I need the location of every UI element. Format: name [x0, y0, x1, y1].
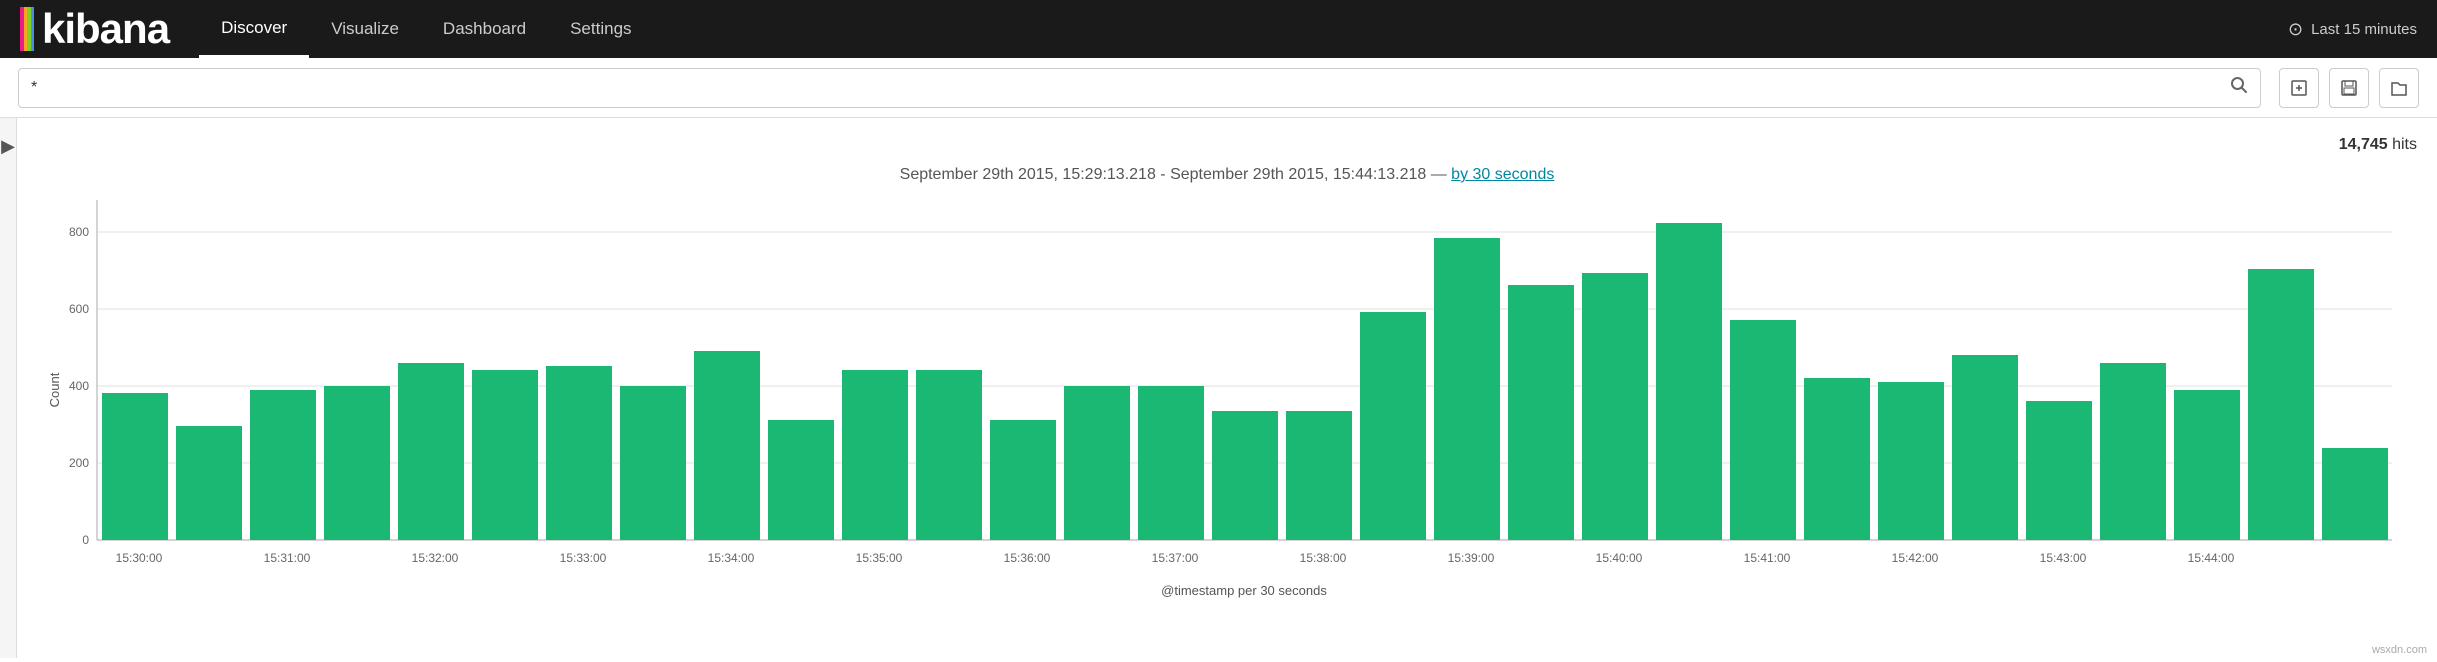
- search-button[interactable]: [2230, 76, 2248, 99]
- x-tick-1537: 15:37:00: [1152, 551, 1199, 565]
- bar-19[interactable]: [1508, 285, 1574, 540]
- y-tick-0: 0: [82, 533, 89, 547]
- bar-3[interactable]: [324, 386, 390, 540]
- bar-29[interactable]: [2248, 269, 2314, 540]
- bar-20[interactable]: [1582, 273, 1648, 540]
- x-tick-1532: 15:32:00: [412, 551, 459, 565]
- nav-settings[interactable]: Settings: [548, 0, 653, 58]
- logo-stripe: [20, 7, 34, 51]
- bar-2[interactable]: [250, 390, 316, 540]
- bar-9[interactable]: [768, 420, 834, 540]
- x-tick-1530: 15:30:00: [116, 551, 163, 565]
- bar-18[interactable]: [1434, 238, 1500, 540]
- bar-1[interactable]: [176, 426, 242, 540]
- save-button[interactable]: [2329, 68, 2369, 108]
- bar-15[interactable]: [1212, 411, 1278, 540]
- logo: kibana: [20, 5, 169, 53]
- y-tick-400: 400: [69, 379, 89, 393]
- date-range: September 29th 2015, 15:29:13.218 - Sept…: [37, 166, 2417, 184]
- y-tick-600: 600: [69, 302, 89, 316]
- x-tick-1531: 15:31:00: [264, 551, 311, 565]
- hits-count: 14,745 hits: [37, 128, 2417, 158]
- bar-30[interactable]: [2322, 448, 2388, 540]
- bar-4[interactable]: [398, 363, 464, 540]
- search-bar: [0, 58, 2437, 118]
- search-input-wrapper: [18, 68, 2261, 108]
- x-tick-1544: 15:44:00: [2188, 551, 2235, 565]
- time-filter[interactable]: ⊙ Last 15 minutes: [2288, 19, 2417, 40]
- bar-13[interactable]: [1064, 386, 1130, 540]
- bar-17[interactable]: [1360, 312, 1426, 540]
- y-tick-800: 800: [69, 225, 89, 239]
- bar-21[interactable]: [1656, 223, 1722, 540]
- bar-22[interactable]: [1730, 320, 1796, 540]
- x-tick-1536: 15:36:00: [1004, 551, 1051, 565]
- time-filter-label: Last 15 minutes: [2311, 21, 2417, 38]
- share-button[interactable]: [2279, 68, 2319, 108]
- bar-16[interactable]: [1286, 411, 1352, 540]
- nav-discover[interactable]: Discover: [199, 0, 309, 58]
- y-tick-200: 200: [69, 456, 89, 470]
- bar-7[interactable]: [620, 386, 686, 540]
- logo-text: kibana: [42, 5, 169, 53]
- search-icon: [2230, 76, 2248, 94]
- toolbar-icons: [2279, 68, 2419, 108]
- nav-visualize[interactable]: Visualize: [309, 0, 421, 58]
- x-tick-1541: 15:41:00: [1744, 551, 1791, 565]
- bar-23[interactable]: [1804, 378, 1870, 540]
- sidebar-toggle[interactable]: ▶: [0, 118, 17, 658]
- sidebar-toggle-arrow: ▶: [1, 136, 15, 157]
- x-tick-1539: 15:39:00: [1448, 551, 1495, 565]
- bar-6[interactable]: [546, 366, 612, 540]
- chart-area: 14,745 hits September 29th 2015, 15:29:1…: [17, 118, 2437, 658]
- main-content: ▶ 14,745 hits September 29th 2015, 15:29…: [0, 118, 2437, 658]
- bar-0[interactable]: [102, 393, 168, 540]
- x-tick-1535: 15:35:00: [856, 551, 903, 565]
- bar-8[interactable]: [694, 351, 760, 540]
- search-input[interactable]: [31, 79, 2230, 97]
- y-axis-label: Count: [47, 372, 62, 407]
- bar-25[interactable]: [1952, 355, 2018, 540]
- nav-dashboard[interactable]: Dashboard: [421, 0, 548, 58]
- load-icon: [2390, 79, 2408, 97]
- histogram-svg: Count 0 200 400 600 800: [37, 190, 2417, 610]
- bar-27[interactable]: [2100, 363, 2166, 540]
- load-button[interactable]: [2379, 68, 2419, 108]
- x-tick-1534: 15:34:00: [708, 551, 755, 565]
- bar-11[interactable]: [916, 370, 982, 540]
- bar-14[interactable]: [1138, 386, 1204, 540]
- bar-10[interactable]: [842, 370, 908, 540]
- x-tick-1540: 15:40:00: [1596, 551, 1643, 565]
- chart-container: Count 0 200 400 600 800: [37, 190, 2417, 610]
- watermark: wsxdn.com: [2372, 644, 2427, 656]
- clock-icon: ⊙: [2288, 19, 2303, 40]
- bar-5[interactable]: [472, 370, 538, 540]
- save-icon: [2340, 79, 2358, 97]
- x-tick-1538: 15:38:00: [1300, 551, 1347, 565]
- date-range-text: September 29th 2015, 15:29:13.218 - Sept…: [900, 166, 1447, 183]
- bar-24[interactable]: [1878, 382, 1944, 540]
- share-icon: [2290, 79, 2308, 97]
- x-tick-1543: 15:43:00: [2040, 551, 2087, 565]
- interval-link[interactable]: by 30 seconds: [1451, 166, 1554, 183]
- hits-number: 14,745: [2339, 136, 2388, 153]
- bar-12[interactable]: [990, 420, 1056, 540]
- bar-28[interactable]: [2174, 390, 2240, 540]
- navbar: kibana Discover Visualize Dashboard Sett…: [0, 0, 2437, 58]
- x-tick-1533: 15:33:00: [560, 551, 607, 565]
- x-tick-1542: 15:42:00: [1892, 551, 1939, 565]
- x-axis-label: @timestamp per 30 seconds: [1161, 583, 1327, 598]
- hits-label: hits: [2392, 136, 2417, 153]
- nav-links: Discover Visualize Dashboard Settings: [199, 0, 2288, 58]
- bar-26[interactable]: [2026, 401, 2092, 540]
